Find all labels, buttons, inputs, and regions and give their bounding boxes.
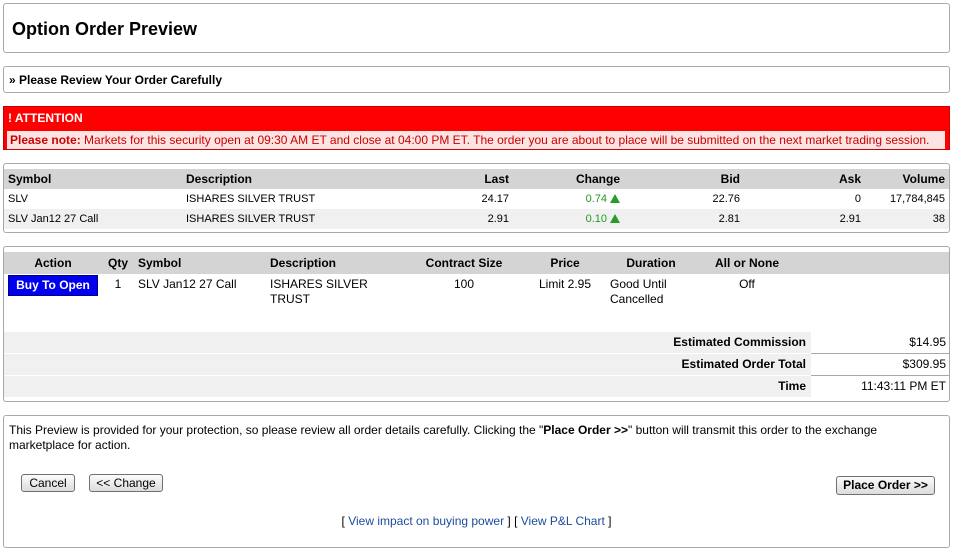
col-action: Action <box>4 252 102 274</box>
order-total-row: Estimated Order Total $309.95 <box>4 354 949 376</box>
col-change: Change <box>513 169 624 189</box>
time-label: Time <box>778 379 806 393</box>
quote-change: 0.10 <box>513 209 624 229</box>
col-order-description: Description <box>266 252 404 274</box>
table-row: Buy To Open 1 SLV Jan12 27 Call ISHARES … <box>4 274 949 313</box>
pl-chart-link[interactable]: View P&L Chart <box>521 514 605 528</box>
quote-change: 0.74 <box>513 189 624 209</box>
commission-value: $14.95 <box>811 332 949 354</box>
quote-ask: 0 <box>854 193 861 205</box>
quote-volume: 38 <box>865 209 949 229</box>
quotes-panel: Symbol Description Last Change Bid Ask V… <box>3 163 950 233</box>
order-action-cell: Buy To Open <box>4 274 102 313</box>
order-duration: Good Until Cancelled <box>610 277 667 306</box>
col-contract-size: Contract Size <box>404 252 524 274</box>
bracket-mid: ] [ <box>504 514 521 528</box>
quote-symbol: SLV <box>8 193 28 205</box>
order-qty: 1 <box>114 277 122 291</box>
order-contract-size: 100 <box>453 277 475 291</box>
time-value: 11:43:11 PM ET <box>811 376 949 397</box>
note-text: Markets for this security open at 09:30 … <box>80 133 930 147</box>
quote-volume: 17,784,845 <box>889 193 945 205</box>
attention-note: Please note: Markets for this security o… <box>7 131 945 149</box>
preview-message-pre: This Preview is provided for your protec… <box>9 423 544 437</box>
col-volume: Volume <box>865 169 949 189</box>
preview-message-bold: Place Order >> <box>543 423 629 437</box>
time-row: Time 11:43:11 PM ET <box>4 376 949 397</box>
order-aon: Off <box>739 277 755 291</box>
col-qty: Qty <box>102 252 134 274</box>
commission-label: Estimated Commission <box>673 335 806 349</box>
footer-panel: This Preview is provided for your protec… <box>3 415 950 548</box>
col-spacer <box>798 252 949 274</box>
attention-heading: ! ATTENTION <box>8 111 83 125</box>
change-button[interactable]: << Change <box>89 474 163 492</box>
change-value: 0.74 <box>585 193 607 205</box>
col-all-or-none: All or None <box>696 252 798 274</box>
col-order-symbol: Symbol <box>134 252 266 274</box>
order-total-label: Estimated Order Total <box>681 357 806 371</box>
order-header-row: Action Qty Symbol Description Contract S… <box>4 252 949 274</box>
quote-symbol: SLV Jan12 27 Call <box>4 209 182 229</box>
table-row: SLV Jan12 27 Call ISHARES SILVER TRUST 2… <box>4 209 949 229</box>
cancel-button[interactable]: Cancel <box>21 474 75 492</box>
bracket-close: ] <box>604 514 612 528</box>
order-spacer <box>798 274 949 313</box>
quote-last: 2.91 <box>390 209 513 229</box>
up-triangle-icon <box>610 194 620 203</box>
col-symbol: Symbol <box>4 169 182 189</box>
title-panel: Option Order Preview <box>3 3 950 53</box>
quote-bid: 22.76 <box>712 193 740 205</box>
col-bid: Bid <box>624 169 744 189</box>
commission-row: Estimated Commission $14.95 <box>4 332 949 354</box>
page-title: Option Order Preview <box>12 19 198 39</box>
footer-links: [ View impact on buying power ] [ View P… <box>4 514 949 528</box>
order-symbol: SLV Jan12 27 Call <box>138 277 237 291</box>
order-total-value: $309.95 <box>811 354 949 376</box>
quote-ask: 2.91 <box>744 209 865 229</box>
quote-bid: 2.81 <box>624 209 744 229</box>
quote-description: ISHARES SILVER TRUST <box>182 209 390 229</box>
up-triangle-icon <box>610 214 620 223</box>
quote-last: 24.17 <box>481 193 509 205</box>
table-row: SLV ISHARES SILVER TRUST 24.17 0.74 22.7… <box>4 189 949 209</box>
attention-banner: ! ATTENTION Please note: Markets for thi… <box>3 106 950 150</box>
change-value: 0.10 <box>585 213 607 225</box>
buying-power-link[interactable]: View impact on buying power <box>348 514 504 528</box>
buy-to-open-button[interactable]: Buy To Open <box>8 275 98 296</box>
note-label: Please note: <box>10 133 81 147</box>
col-last: Last <box>390 169 513 189</box>
quotes-table: Symbol Description Last Change Bid Ask V… <box>4 169 949 229</box>
quotes-header-row: Symbol Description Last Change Bid Ask V… <box>4 169 949 189</box>
review-heading: » Please Review Your Order Carefully <box>9 73 222 87</box>
col-price: Price <box>524 252 606 274</box>
col-description: Description <box>182 169 390 189</box>
col-ask: Ask <box>744 169 865 189</box>
order-table: Action Qty Symbol Description Contract S… <box>4 252 949 313</box>
quote-description: ISHARES SILVER TRUST <box>186 193 316 205</box>
col-duration: Duration <box>606 252 696 274</box>
order-description: ISHARES SILVER TRUST <box>270 277 368 306</box>
order-price: Limit 2.95 <box>538 277 592 291</box>
review-panel: » Please Review Your Order Carefully <box>3 66 950 93</box>
order-panel: Action Qty Symbol Description Contract S… <box>3 246 950 402</box>
preview-message: This Preview is provided for your protec… <box>9 423 939 453</box>
place-order-button[interactable]: Place Order >> <box>836 476 935 495</box>
